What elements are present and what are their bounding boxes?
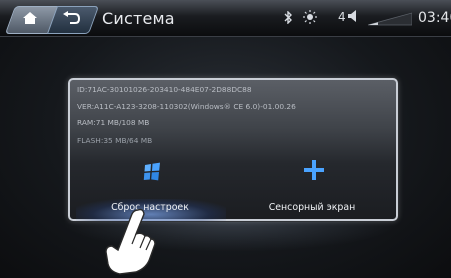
status-bar: Система 4 03:40 bbox=[0, 0, 451, 37]
sun-icon bbox=[303, 10, 317, 24]
factory-reset-button[interactable]: Сброс настроек bbox=[76, 160, 226, 221]
device-screen: Система 4 03:40 ID:71AC-30101026-203410-… bbox=[0, 0, 451, 278]
speaker-icon[interactable] bbox=[348, 10, 358, 22]
volume-level-bar[interactable] bbox=[368, 12, 412, 26]
page-title: Система bbox=[102, 9, 175, 28]
ram-text: RAM:71 MB/108 MB bbox=[77, 118, 150, 127]
clock: 03:40 bbox=[418, 10, 451, 26]
version-text: VER:A11C-A123-3208-110302(Windows® CE 6.… bbox=[77, 102, 296, 111]
back-icon bbox=[63, 11, 80, 24]
bluetooth-icon bbox=[284, 11, 292, 24]
signal-value: 4 bbox=[338, 10, 346, 24]
flash-text: FLASH:35 MB/64 MB bbox=[77, 136, 153, 145]
device-id-text: ID:71AC-30101026-203410-484E07-2D88DC88 bbox=[77, 85, 252, 94]
plus-icon bbox=[304, 160, 324, 180]
touchscreen-label: Сенсорный экран bbox=[268, 202, 356, 213]
touchscreen-calibration-button[interactable]: Сенсорный экран bbox=[242, 160, 382, 215]
home-icon bbox=[23, 12, 37, 24]
hand-pointer-icon bbox=[105, 208, 156, 275]
system-info-panel: ID:71AC-30101026-203410-484E07-2D88DC88 … bbox=[68, 78, 398, 221]
windows-flag-icon bbox=[143, 162, 160, 181]
